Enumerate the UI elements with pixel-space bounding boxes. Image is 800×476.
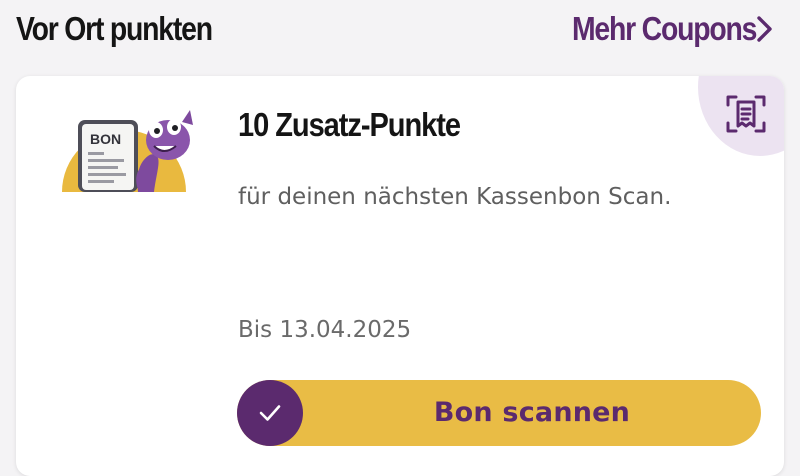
section-header: Vor Ort punkten Mehr Coupons	[0, 0, 800, 68]
coupon-validity: Bis 13.04.2025	[238, 317, 412, 343]
more-coupons-link[interactable]: Mehr Coupons	[542, 10, 776, 48]
receipt-scan-button[interactable]	[698, 76, 784, 156]
chevron-right-icon	[757, 16, 772, 42]
coupon-description: für deinen nächsten Kassenbon Scan.	[238, 184, 672, 210]
section-title: Vor Ort punkten	[16, 10, 213, 47]
receipt-mascot-illustration: BON	[62, 110, 193, 192]
bon-scannen-label: Bon scannen	[433, 397, 631, 428]
coupon-title: 10 Zusatz-Punkte	[238, 106, 461, 143]
receipt-scan-icon	[726, 95, 766, 133]
check-badge	[237, 380, 303, 446]
coupon-card: BON 10 Zusatz-Punkte für deinen nächsten…	[16, 76, 784, 476]
more-coupons-label: Mehr Coupons	[571, 10, 757, 47]
check-icon	[259, 405, 281, 421]
bon-scannen-button[interactable]: Bon scannen	[237, 380, 761, 446]
bon-illustration-text: BON	[90, 131, 121, 147]
